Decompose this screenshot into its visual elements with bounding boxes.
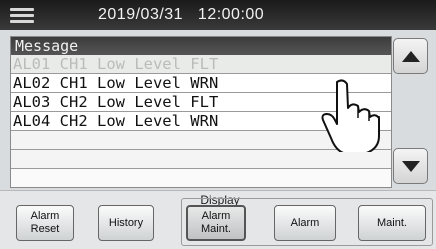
message-header: Message — [11, 37, 391, 55]
menu-icon[interactable] — [10, 8, 34, 23]
history-button[interactable]: History — [98, 205, 154, 241]
maint-button[interactable]: Maint. — [358, 205, 426, 241]
alarm-reset-button[interactable]: Alarm Reset — [16, 205, 74, 241]
title-bar: 2019/03/31 12:00:00 — [0, 0, 436, 30]
scroll-up-icon — [402, 51, 420, 62]
datetime-display: 2019/03/31 12:00:00 — [98, 6, 265, 23]
scroll-down-button[interactable] — [393, 148, 428, 184]
alarm-button[interactable]: Alarm — [274, 205, 336, 241]
scroll-up-button[interactable] — [393, 38, 428, 74]
message-row-empty — [11, 150, 391, 169]
scroll-down-icon — [402, 161, 420, 172]
alarm-maint-button[interactable]: Alarm Maint. — [186, 205, 246, 241]
pointing-hand-icon — [321, 79, 380, 152]
